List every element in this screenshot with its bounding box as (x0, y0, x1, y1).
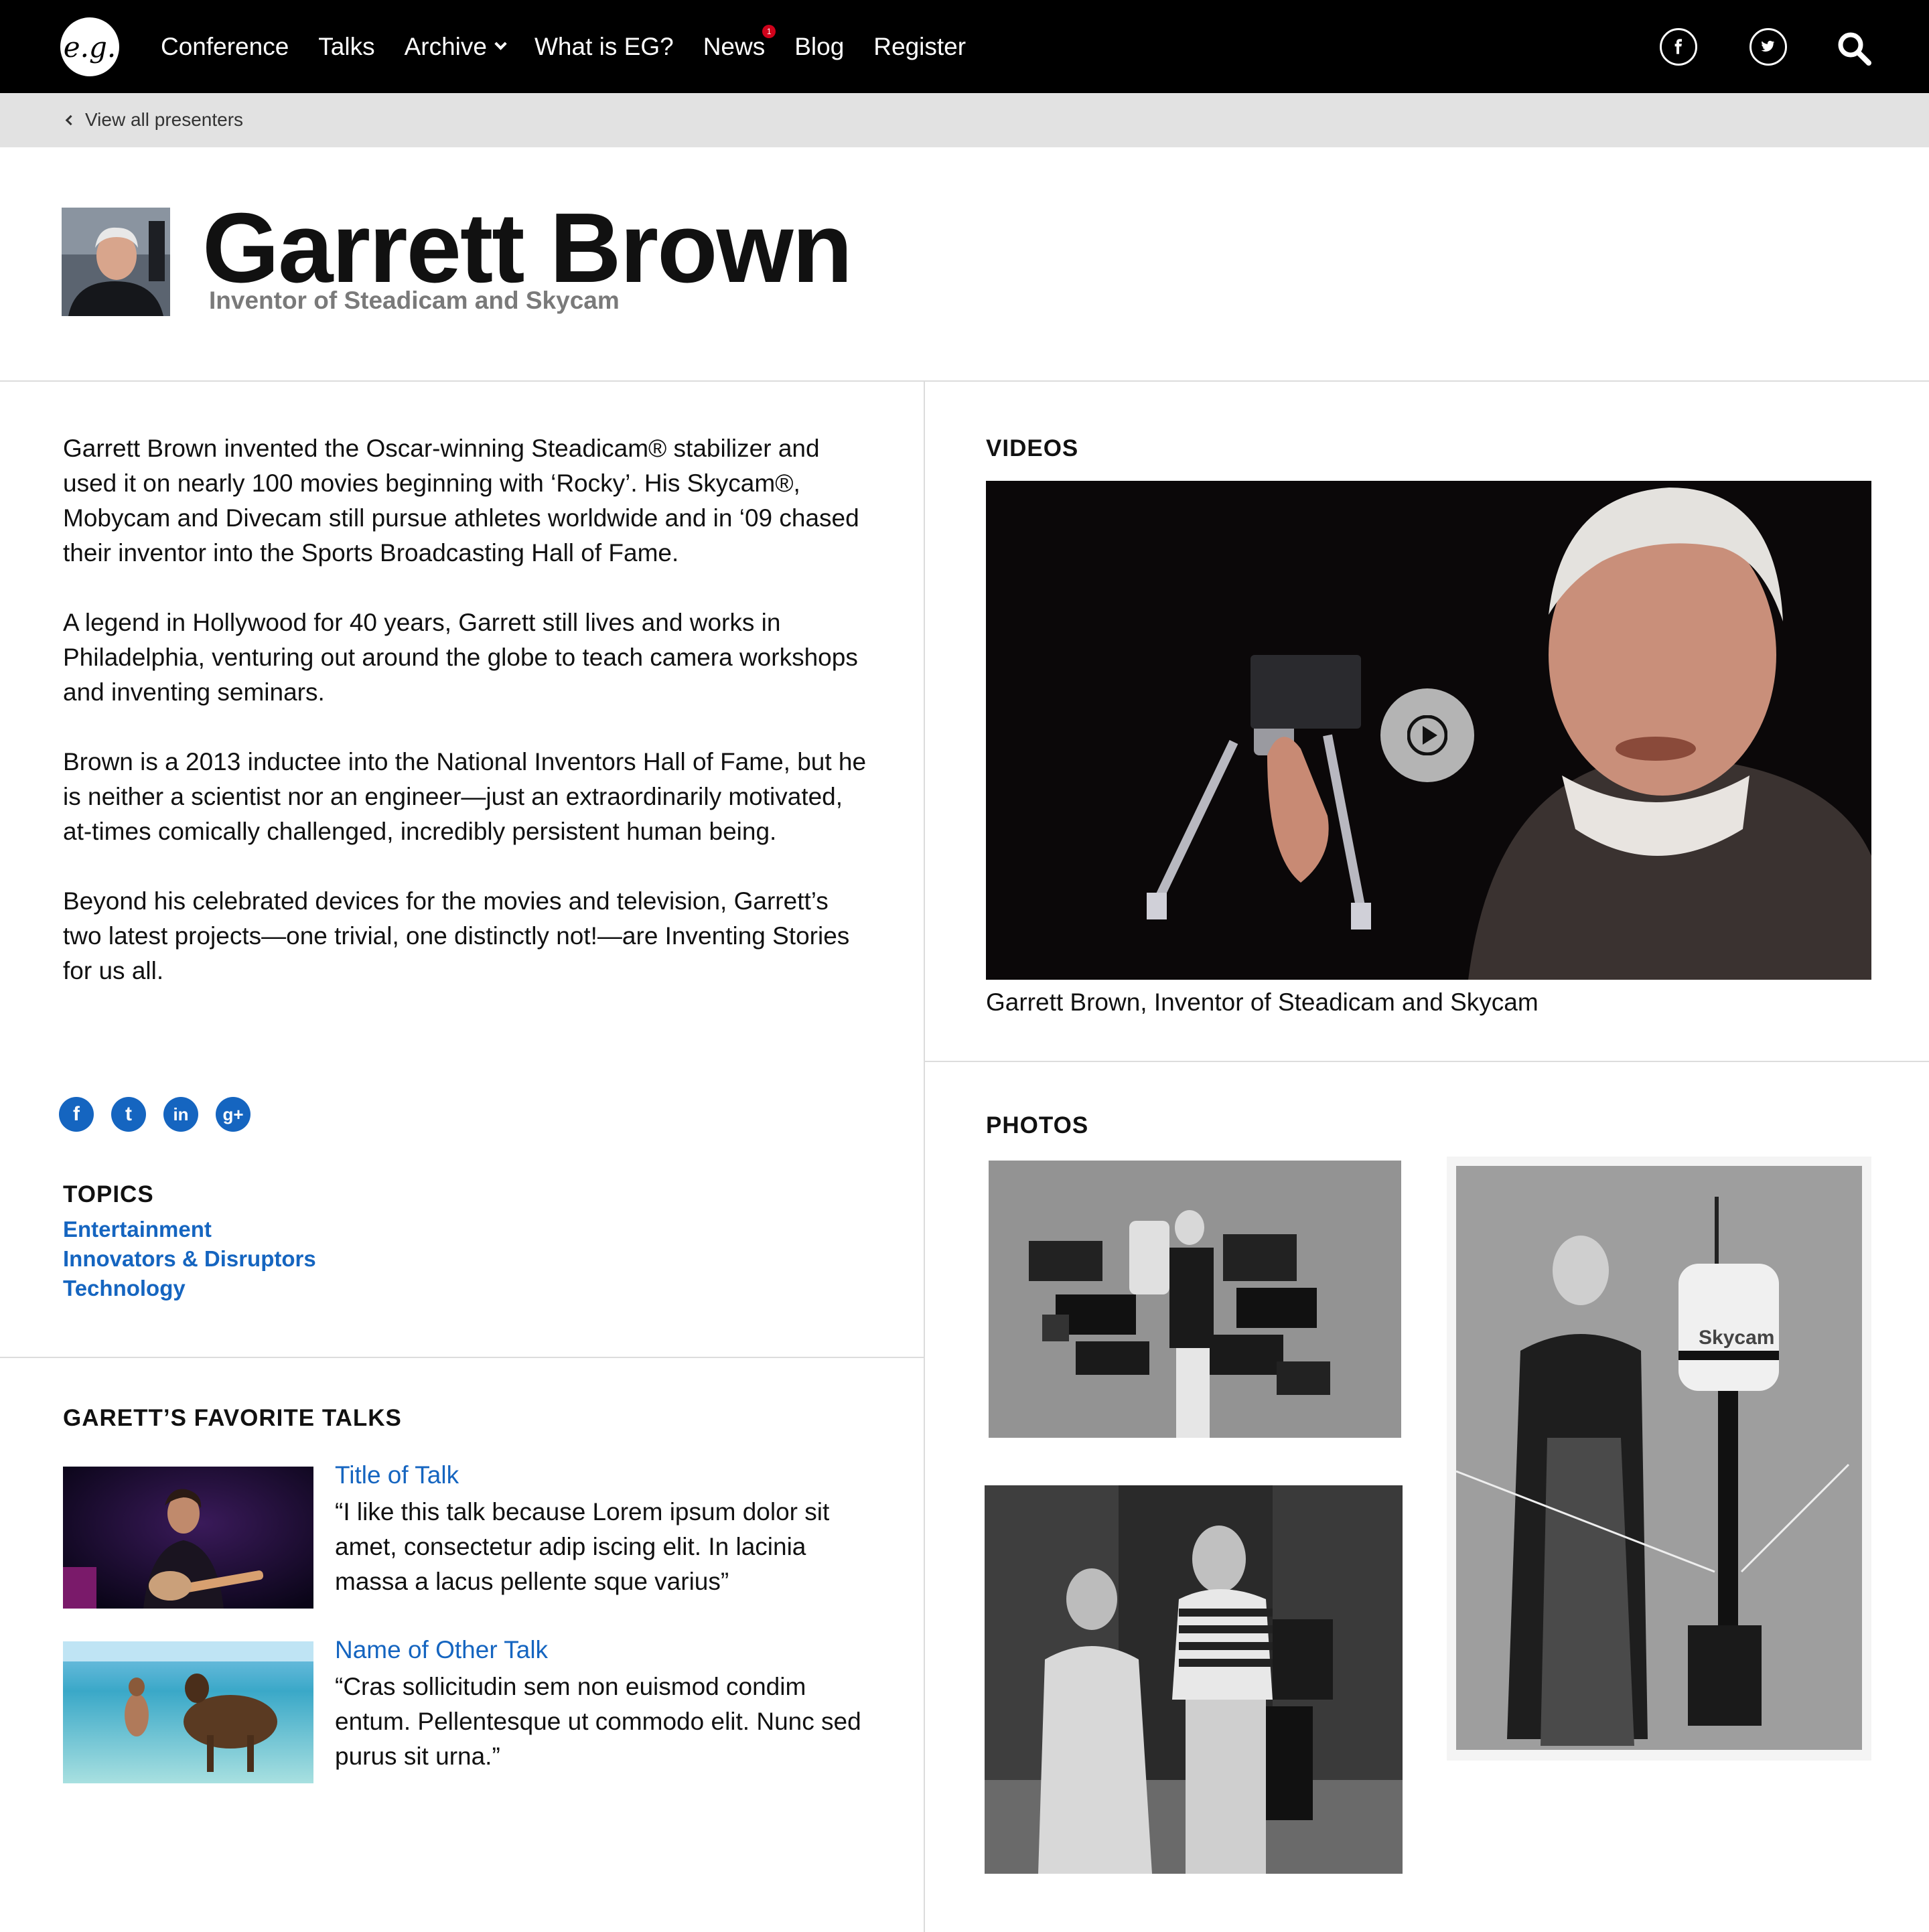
nav-conference[interactable]: Conference (161, 33, 289, 61)
presenter-avatar (62, 208, 170, 316)
chevron-left-icon (65, 115, 76, 125)
eg-logo[interactable]: e.g. (60, 17, 119, 76)
topic-link-entertainment[interactable]: Entertainment (63, 1215, 316, 1244)
linkedin-share-icon[interactable]: in (163, 1097, 198, 1132)
nav-register[interactable]: Register (873, 33, 966, 61)
bio-paragraph: Garrett Brown invented the Oscar-winning… (63, 435, 859, 567)
nav-blog[interactable]: Blog (794, 33, 844, 61)
search-icon[interactable] (1835, 29, 1873, 67)
photos-divider (924, 1061, 1929, 1062)
googleplus-share-icon[interactable]: g+ (216, 1097, 251, 1132)
bio-paragraph: A legend in Hollywood for 40 years, Garr… (63, 609, 858, 706)
facebook-share-icon[interactable]: f (59, 1097, 94, 1132)
twitter-share-icon[interactable]: t (111, 1097, 146, 1132)
nav-archive-label: Archive (404, 32, 487, 60)
breadcrumb-label: View all presenters (85, 109, 244, 130)
talk-quote: “I like this talk because Lorem ipsum do… (335, 1498, 830, 1595)
share-buttons: f t in g+ (59, 1097, 251, 1132)
nav-talks[interactable]: Talks (318, 33, 374, 61)
presenter-title: Inventor of Steadicam and Skycam (209, 287, 620, 314)
news-notification-badge: 1 (762, 24, 776, 38)
nav-links: Conference Talks Archive What is EG? New… (161, 0, 995, 93)
photo-thumbnail[interactable] (985, 1485, 1403, 1874)
breadcrumb-bar: View all presenters (0, 93, 1929, 147)
topics-list: Entertainment Innovators & Disruptors Te… (63, 1215, 316, 1303)
topic-link-innovators[interactable]: Innovators & Disruptors (63, 1244, 316, 1274)
play-button-icon[interactable] (1380, 688, 1474, 782)
photos-heading: PHOTOS (986, 1112, 1089, 1138)
favorites-divider (0, 1357, 924, 1358)
photo-thumbnail[interactable] (989, 1161, 1401, 1438)
top-nav: e.g. Conference Talks Archive What is EG… (0, 0, 1929, 93)
facebook-icon[interactable] (1660, 28, 1697, 66)
video-caption: Garrett Brown, Inventor of Steadicam and… (986, 988, 1539, 1016)
videos-heading: VIDEOS (986, 435, 1079, 461)
talk-thumbnail[interactable] (63, 1467, 313, 1609)
photo-thumbnail[interactable]: Skycam (1447, 1157, 1871, 1761)
talk-quote: “Cras sollicitudin sem non euismod condi… (335, 1673, 861, 1770)
column-divider (924, 382, 925, 1932)
talk-title-link[interactable]: Name of Other Talk (335, 1636, 548, 1664)
skycam-label: Skycam (1699, 1327, 1775, 1349)
presenter-bio: Garrett Brown invented the Oscar-winning… (63, 431, 867, 1023)
favorites-heading: GARETT’S FAVORITE TALKS (63, 1405, 402, 1431)
nav-news-label: News (703, 32, 766, 60)
bio-paragraph: Beyond his celebrated devices for the mo… (63, 887, 850, 984)
talk-thumbnail[interactable] (63, 1641, 313, 1783)
video-player[interactable] (986, 481, 1871, 980)
chevron-down-icon (494, 38, 507, 50)
talk-title-link[interactable]: Title of Talk (335, 1461, 459, 1489)
nav-archive[interactable]: Archive (404, 32, 507, 61)
view-all-presenters-link[interactable]: View all presenters (65, 109, 244, 131)
bio-paragraph: Brown is a 2013 inductee into the Nation… (63, 748, 867, 845)
topic-link-technology[interactable]: Technology (63, 1274, 316, 1303)
nav-news[interactable]: News 1 (703, 24, 776, 61)
topics-heading: TOPICS (63, 1181, 154, 1207)
twitter-icon[interactable] (1749, 28, 1787, 66)
nav-what-is-eg[interactable]: What is EG? (534, 33, 674, 61)
header-divider (0, 380, 1929, 382)
